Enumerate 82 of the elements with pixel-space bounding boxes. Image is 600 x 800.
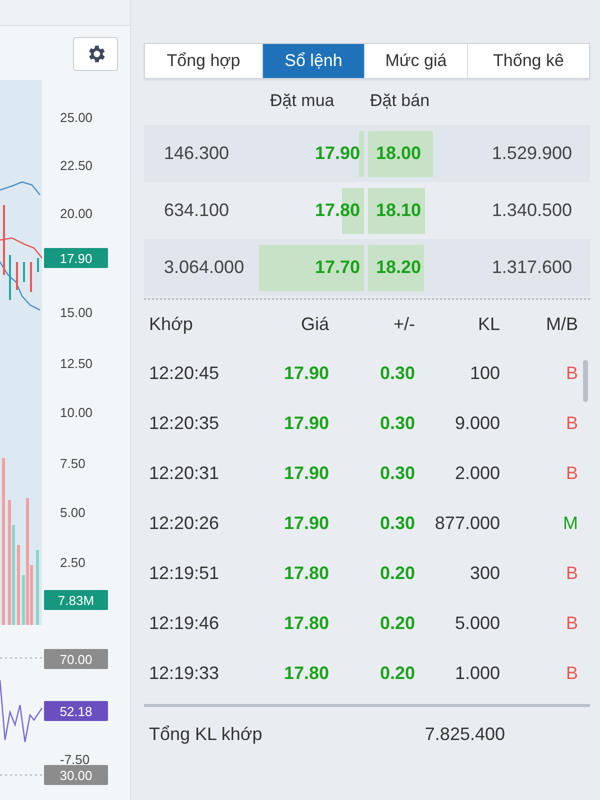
trade-volume: 5.000 <box>454 612 500 634</box>
bid-volume: 634.100 <box>163 200 230 221</box>
trade-time: 12:19:33 <box>148 662 220 684</box>
total-label: Tổng KL khớp <box>148 724 264 745</box>
axis-label: 5.00 <box>60 505 86 520</box>
tab[interactable]: Tổng hợp <box>145 44 263 78</box>
price-badge: 70.00 <box>44 649 108 669</box>
price-change: 0.30 <box>378 412 415 434</box>
ask-depth-bar <box>368 188 425 234</box>
price-badge: 52.18 <box>44 701 108 721</box>
tab[interactable]: Sổ lệnh <box>263 44 365 78</box>
axis-label: 20.00 <box>60 206 93 221</box>
trade-price: 17.90 <box>282 512 329 534</box>
trade-volume: 9.000 <box>454 412 500 434</box>
tab[interactable]: Mức giá <box>365 44 468 78</box>
ask-price: 18.00 <box>376 143 422 164</box>
bid-price: 17.70 <box>314 257 360 278</box>
trade-time: 12:20:35 <box>148 412 220 434</box>
price-badge: 30.00 <box>44 765 108 785</box>
ask-volume: 1.317.600 <box>490 257 573 278</box>
column-header: Đặt bán <box>369 91 430 112</box>
trade-volume: 100 <box>468 362 500 384</box>
ask-depth-bar <box>368 130 433 176</box>
price-change: 0.30 <box>378 512 415 534</box>
trade-side: B <box>564 562 578 584</box>
indicator-line-drawing <box>0 680 43 743</box>
bid-price: 17.80 <box>314 200 360 221</box>
trade-price: 17.80 <box>282 662 329 684</box>
trade-side: B <box>564 362 578 384</box>
column-header: M/B <box>544 314 578 334</box>
trade-time: 12:19:46 <box>148 612 220 634</box>
ask-price: 18.10 <box>376 200 422 221</box>
column-header: +/- <box>392 314 415 334</box>
price-change: 0.30 <box>378 362 415 384</box>
tab[interactable]: Thống kê <box>468 44 589 78</box>
settings-button[interactable] <box>73 37 118 71</box>
axis-label: 7.50 <box>60 456 86 471</box>
axis-label: 22.50 <box>60 158 93 173</box>
ask-price: 18.20 <box>376 257 422 278</box>
trade-side: B <box>564 462 578 484</box>
price-change: 0.20 <box>378 612 415 634</box>
trade-time: 12:20:31 <box>148 462 220 484</box>
column-header: Đặt mua <box>269 91 336 112</box>
price-change: 0.30 <box>378 462 415 484</box>
column-header: Giá <box>300 314 329 334</box>
total-value: 7.825.400 <box>424 724 505 745</box>
column-header: Khớp <box>148 314 194 334</box>
bid-volume: 146.300 <box>163 143 230 164</box>
trade-price: 17.90 <box>282 412 329 434</box>
trade-price: 17.90 <box>282 362 329 384</box>
bid-depth-bar <box>359 130 364 176</box>
bid-volume: 3.064.000 <box>163 257 246 278</box>
trade-time: 12:20:26 <box>148 512 220 534</box>
axis-label: 2.50 <box>60 555 86 570</box>
trade-side: B <box>564 662 578 684</box>
price-change: 0.20 <box>378 562 415 584</box>
trade-volume: 1.000 <box>454 662 500 684</box>
axis-label: -7.50 <box>60 752 90 767</box>
ask-volume: 1.340.500 <box>490 200 573 221</box>
axis-label: 12.50 <box>60 356 93 371</box>
trade-price: 17.80 <box>282 612 329 634</box>
trade-volume: 877.000 <box>434 512 500 534</box>
axis-label: 10.00 <box>60 405 93 420</box>
trade-volume: 2.000 <box>454 462 500 484</box>
axis-label: 25.00 <box>60 110 93 125</box>
trade-time: 12:20:45 <box>148 362 220 384</box>
bid-price: 17.90 <box>314 143 360 164</box>
trade-side: B <box>564 412 578 434</box>
trade-time: 12:19:51 <box>148 562 220 584</box>
ask-volume: 1.529.900 <box>490 143 573 164</box>
price-badge: 7.83M <box>44 590 108 610</box>
trade-side: B <box>564 612 578 634</box>
price-badge: 17.90 <box>44 248 108 268</box>
trade-volume: 300 <box>468 562 500 584</box>
scrollbar[interactable] <box>583 360 588 402</box>
column-header: KL <box>476 314 500 334</box>
ask-depth-bar <box>368 244 424 290</box>
trade-price: 17.80 <box>282 562 329 584</box>
trade-price: 17.90 <box>282 462 329 484</box>
price-change: 0.20 <box>378 662 415 684</box>
trade-side: M <box>562 512 578 534</box>
axis-label: 15.00 <box>60 305 93 320</box>
